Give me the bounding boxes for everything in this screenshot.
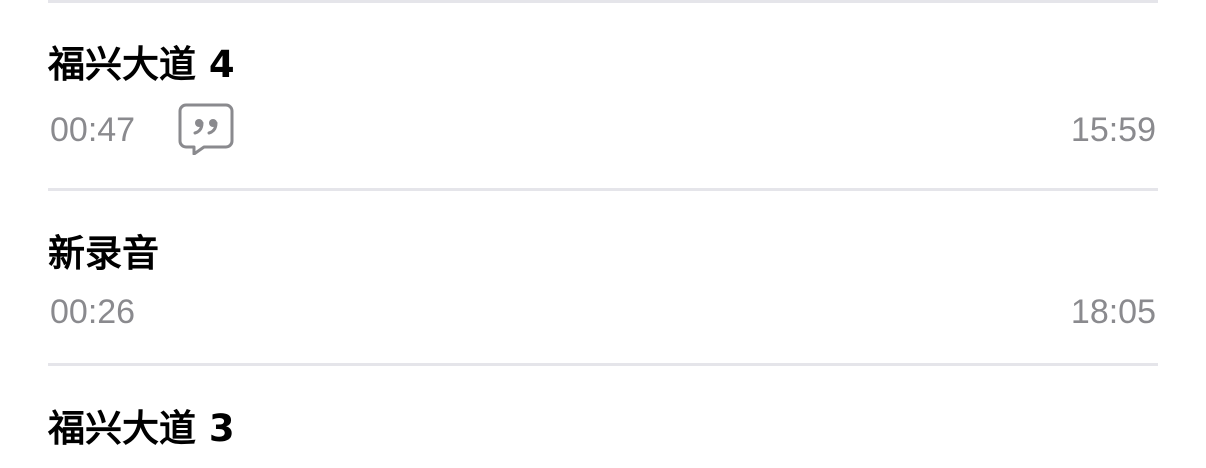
quote-bubble-icon — [178, 103, 234, 156]
list-item[interactable]: 福兴大道 3 — [48, 366, 1158, 468]
recording-time: 15:59 — [1070, 111, 1156, 149]
recording-time: 18:05 — [1070, 293, 1156, 331]
list-item[interactable]: 福兴大道 4 00:47 15:59 — [48, 3, 1158, 189]
recording-title: 福兴大道 4 — [48, 43, 235, 86]
recording-title: 新录音 — [48, 232, 159, 275]
recording-title: 福兴大道 3 — [48, 407, 235, 450]
list-item[interactable]: 新录音 00:26 18:05 — [48, 191, 1158, 363]
recording-duration: 00:47 — [50, 111, 136, 149]
recording-duration: 00:26 — [50, 293, 136, 331]
